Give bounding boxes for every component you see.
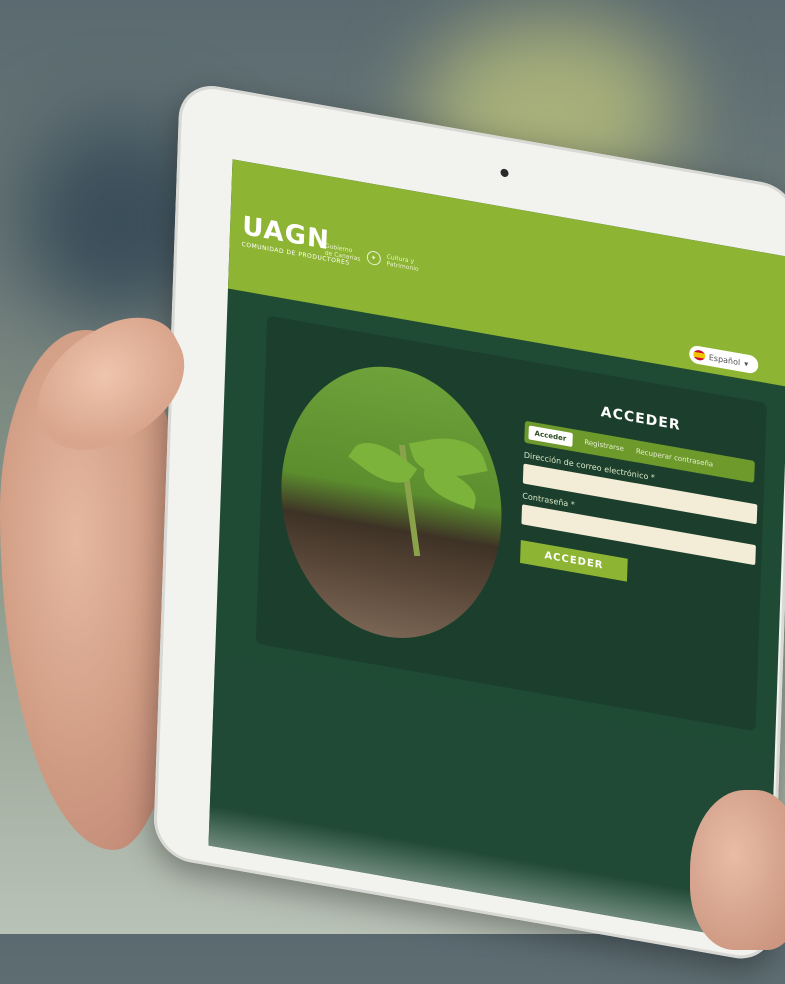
tablet-bezel: UAGN COMUNIDAD DE PRODUCTORES Gobierno d… [152,80,785,965]
government-logo: Gobierno de Canarias ✦ Cultura y Patrimo… [325,240,436,279]
tab-recuperar[interactable]: Recuperar contraseña [636,447,714,469]
spain-flag-icon [692,349,706,362]
login-form: ACCEDER Acceder Registrarse Recuperar co… [520,391,758,603]
language-label: Español [708,352,741,367]
camera-icon [500,168,509,178]
tab-registrarse[interactable]: Registrarse [584,438,624,453]
right-hand [690,790,785,950]
login-panel: ACCEDER Acceder Registrarse Recuperar co… [255,315,767,732]
language-selector[interactable]: Español ▾ [688,344,759,375]
chevron-down-icon: ▾ [744,358,749,369]
acceder-button[interactable]: ACCEDER [520,540,628,582]
tab-acceder[interactable]: Acceder [528,425,573,447]
seal-icon: ✦ [366,249,381,267]
tablet-device: UAGN COMUNIDAD DE PRODUCTORES Gobierno d… [152,80,785,981]
hero-image [276,348,507,656]
